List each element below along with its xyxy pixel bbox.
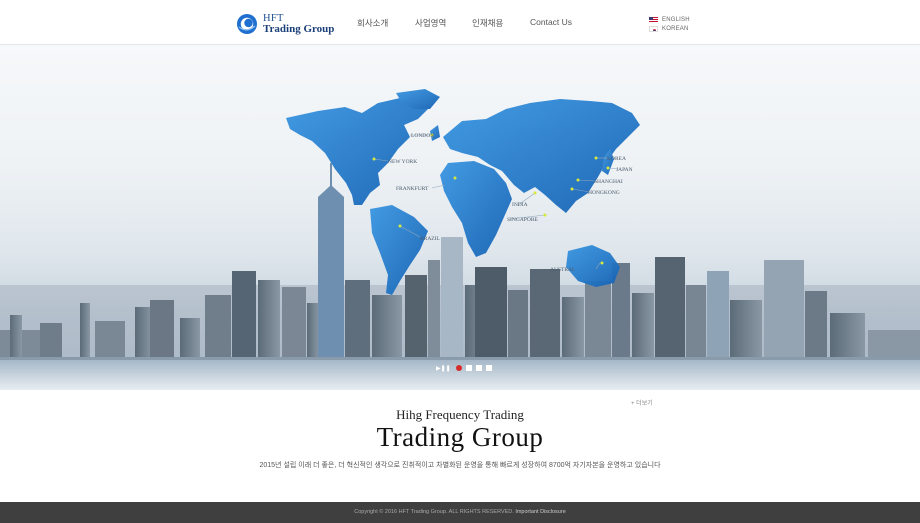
nav-item-recruit[interactable]: 인재채용 [472, 17, 503, 29]
footer-text: Copyright © 2016 HFT Trading Group. ALL … [0, 509, 920, 515]
nav-item-business[interactable]: 사업영역 [415, 17, 446, 29]
city-label: LONDON [411, 133, 434, 139]
city-label: NEW YORK [388, 159, 417, 165]
slider-dot[interactable] [455, 365, 462, 371]
intro-section: + 더보기 Hihg Frequency Trading Trading Gro… [0, 390, 920, 502]
nav-item-contact[interactable]: Contact Us [530, 17, 572, 27]
city-label: SHANGHAI [594, 179, 623, 185]
main-nav: 회사소개 사업영역 인재채용 Contact Us [0, 17, 920, 31]
intro-subtitle: Hihg Frequency Trading [396, 407, 524, 422]
intro-description: 2015년 설립 이래 더 좋은, 더 혁신적인 생각으로 진취적이고 차별화된… [259, 462, 661, 469]
lang-english[interactable]: ENGLISH [649, 15, 690, 24]
city-label: BRAZIL [420, 236, 441, 242]
us-flag-icon [649, 16, 658, 23]
city-label: SINGAPORE [507, 217, 539, 223]
city-label: HONGKONG [588, 190, 620, 196]
more-link[interactable]: + 더보기 [631, 398, 653, 407]
hero-banner: LONDON NEW YORK FRANKFURT BRAZIL INDIA S… [0, 45, 920, 390]
city-label: INDIA [512, 202, 528, 208]
nav-item-company[interactable]: 회사소개 [357, 17, 388, 29]
footer: Copyright © 2016 HFT Trading Group. ALL … [0, 502, 920, 523]
river-water [0, 357, 920, 390]
city-label: AUSTRAL [550, 267, 576, 273]
slider-dot[interactable] [475, 365, 482, 371]
header: HFT Trading Group 회사소개 사업영역 인재채용 Contact… [0, 0, 920, 45]
disclosure-link[interactable]: Important Disclosure [515, 509, 565, 515]
lang-english-label: ENGLISH [662, 16, 690, 23]
slider-dot[interactable] [485, 365, 492, 371]
play-pause-icon[interactable]: ▶❚❚ [436, 365, 451, 372]
lang-korean[interactable]: KOREAN [649, 25, 690, 34]
intro-title: Trading Group [376, 422, 544, 452]
language-switcher: ENGLISH KOREAN [649, 15, 690, 34]
korea-flag-icon [649, 26, 658, 32]
copyright-text: Copyright © 2016 HFT Trading Group. ALL … [354, 509, 514, 515]
city-label: KOREA [607, 156, 626, 162]
hero-image: LONDON NEW YORK FRANKFURT BRAZIL INDIA S… [0, 89, 920, 390]
lang-korean-label: KOREAN [662, 26, 689, 32]
city-label: FRANKFURT [396, 186, 429, 192]
slider-dot[interactable] [465, 365, 472, 371]
slider-controls: ▶❚❚ [436, 364, 496, 372]
city-label: JAPAN [616, 167, 633, 173]
